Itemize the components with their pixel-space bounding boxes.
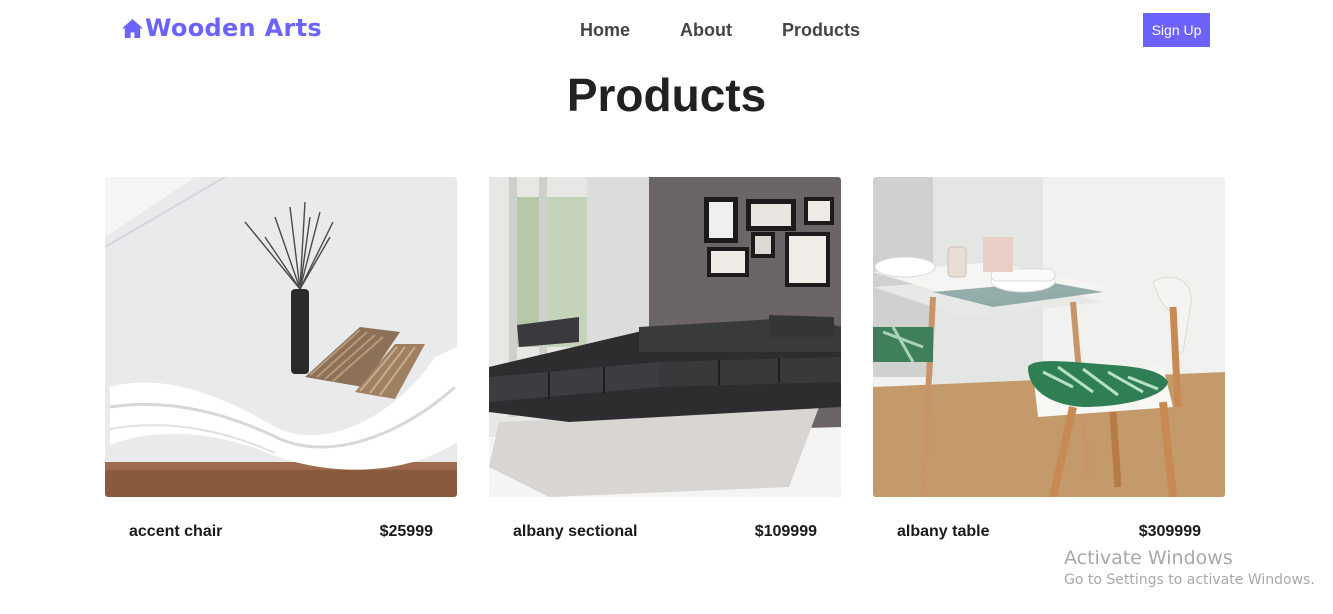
product-image-accent-chair[interactable]	[105, 177, 457, 497]
watermark-subtitle: Go to Settings to activate Windows.	[1064, 572, 1315, 588]
product-image-albany-sectional[interactable]	[489, 177, 841, 497]
product-info: accent chair $25999	[105, 497, 457, 541]
brand-logo[interactable]: Wooden Arts	[121, 14, 322, 42]
product-card[interactable]: albany sectional $109999	[489, 177, 841, 541]
brand-name: Wooden Arts	[145, 14, 322, 42]
page-title: Products	[566, 69, 767, 121]
watermark-title: Activate Windows	[1064, 547, 1233, 569]
products-grid: accent chair $25999 albany sectional $10…	[105, 177, 1225, 541]
product-info: albany table $309999	[873, 497, 1225, 541]
product-price: $109999	[754, 523, 817, 540]
navbar: Wooden Arts Home About Products Sign Up	[0, 0, 1333, 62]
activate-windows-watermark: Activate Windows Go to Settings to activ…	[1064, 547, 1315, 588]
product-name: albany sectional	[513, 523, 638, 540]
nav-about-link[interactable]: About	[680, 18, 732, 42]
sign-up-button[interactable]: Sign Up	[1143, 13, 1210, 47]
product-price: $25999	[379, 523, 433, 540]
product-name: accent chair	[129, 523, 223, 540]
home-icon	[122, 18, 143, 38]
nav-links: Home About Products	[580, 18, 910, 42]
product-price: $309999	[1138, 523, 1201, 540]
nav-home-link[interactable]: Home	[580, 18, 630, 42]
product-card[interactable]: accent chair $25999	[105, 177, 457, 541]
product-name: albany table	[897, 523, 990, 540]
product-card[interactable]: albany table $309999	[873, 177, 1225, 541]
product-info: albany sectional $109999	[489, 497, 841, 541]
product-image-albany-table[interactable]	[873, 177, 1225, 497]
nav-products-link[interactable]: Products	[782, 18, 860, 42]
